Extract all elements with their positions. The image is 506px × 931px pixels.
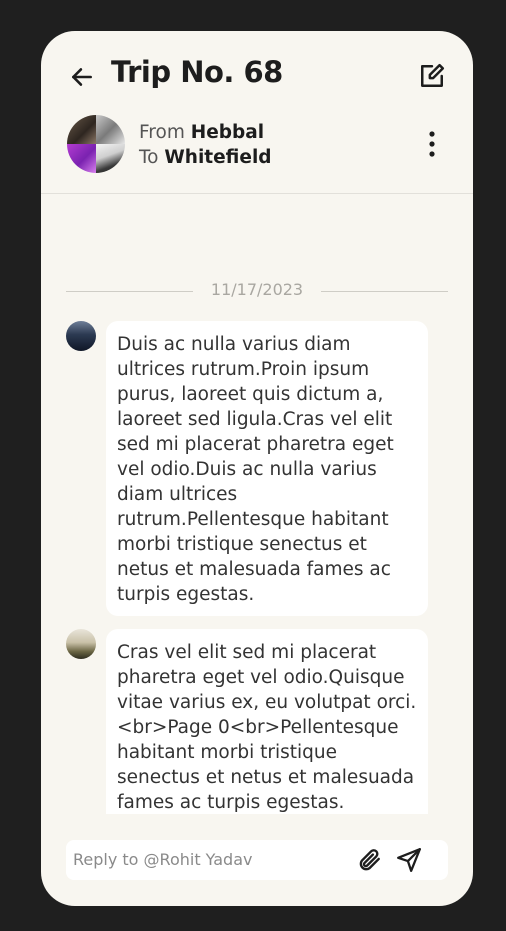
- send-icon[interactable]: [396, 847, 422, 873]
- trip-chat-screen: Trip No. 68 From Hebbal To Whitefield 11…: [41, 31, 473, 906]
- trip-route: From Hebbal To Whitefield: [139, 120, 272, 170]
- reply-input[interactable]: [73, 850, 343, 869]
- avatar-tile: [96, 115, 125, 144]
- avatar-tile: [96, 144, 125, 173]
- route-to: To Whitefield: [139, 145, 272, 170]
- date-label: 11/17/2023: [210, 280, 304, 299]
- route-to-place: Whitefield: [164, 147, 272, 168]
- arrow-left-icon[interactable]: [69, 64, 95, 90]
- avatar-tile: [67, 144, 96, 173]
- avatar-tile: [67, 115, 96, 144]
- route-from-label: From: [139, 122, 185, 143]
- route-from-place: Hebbal: [190, 122, 265, 143]
- page-title: Trip No. 68: [111, 55, 283, 89]
- sender-avatar[interactable]: [66, 629, 96, 659]
- message-list[interactable]: 11/17/2023 Duis ac nulla varius diam ult…: [41, 194, 473, 814]
- paperclip-icon[interactable]: [356, 847, 382, 873]
- date-divider: 11/17/2023: [66, 280, 448, 304]
- chat-header: Trip No. 68 From Hebbal To Whitefield: [41, 31, 473, 194]
- reply-bar: [66, 840, 448, 880]
- edit-icon[interactable]: [419, 63, 445, 89]
- group-avatar[interactable]: [67, 115, 125, 173]
- message-bubble: Cras vel elit sed mi placerat pharetra e…: [106, 629, 428, 814]
- sender-avatar[interactable]: [66, 321, 96, 351]
- message-bubble: Duis ac nulla varius diam ultrices rutru…: [106, 321, 428, 616]
- route-to-label: To: [139, 147, 159, 168]
- divider-line: [321, 291, 448, 292]
- more-options-icon[interactable]: [421, 130, 443, 158]
- route-from: From Hebbal: [139, 120, 272, 145]
